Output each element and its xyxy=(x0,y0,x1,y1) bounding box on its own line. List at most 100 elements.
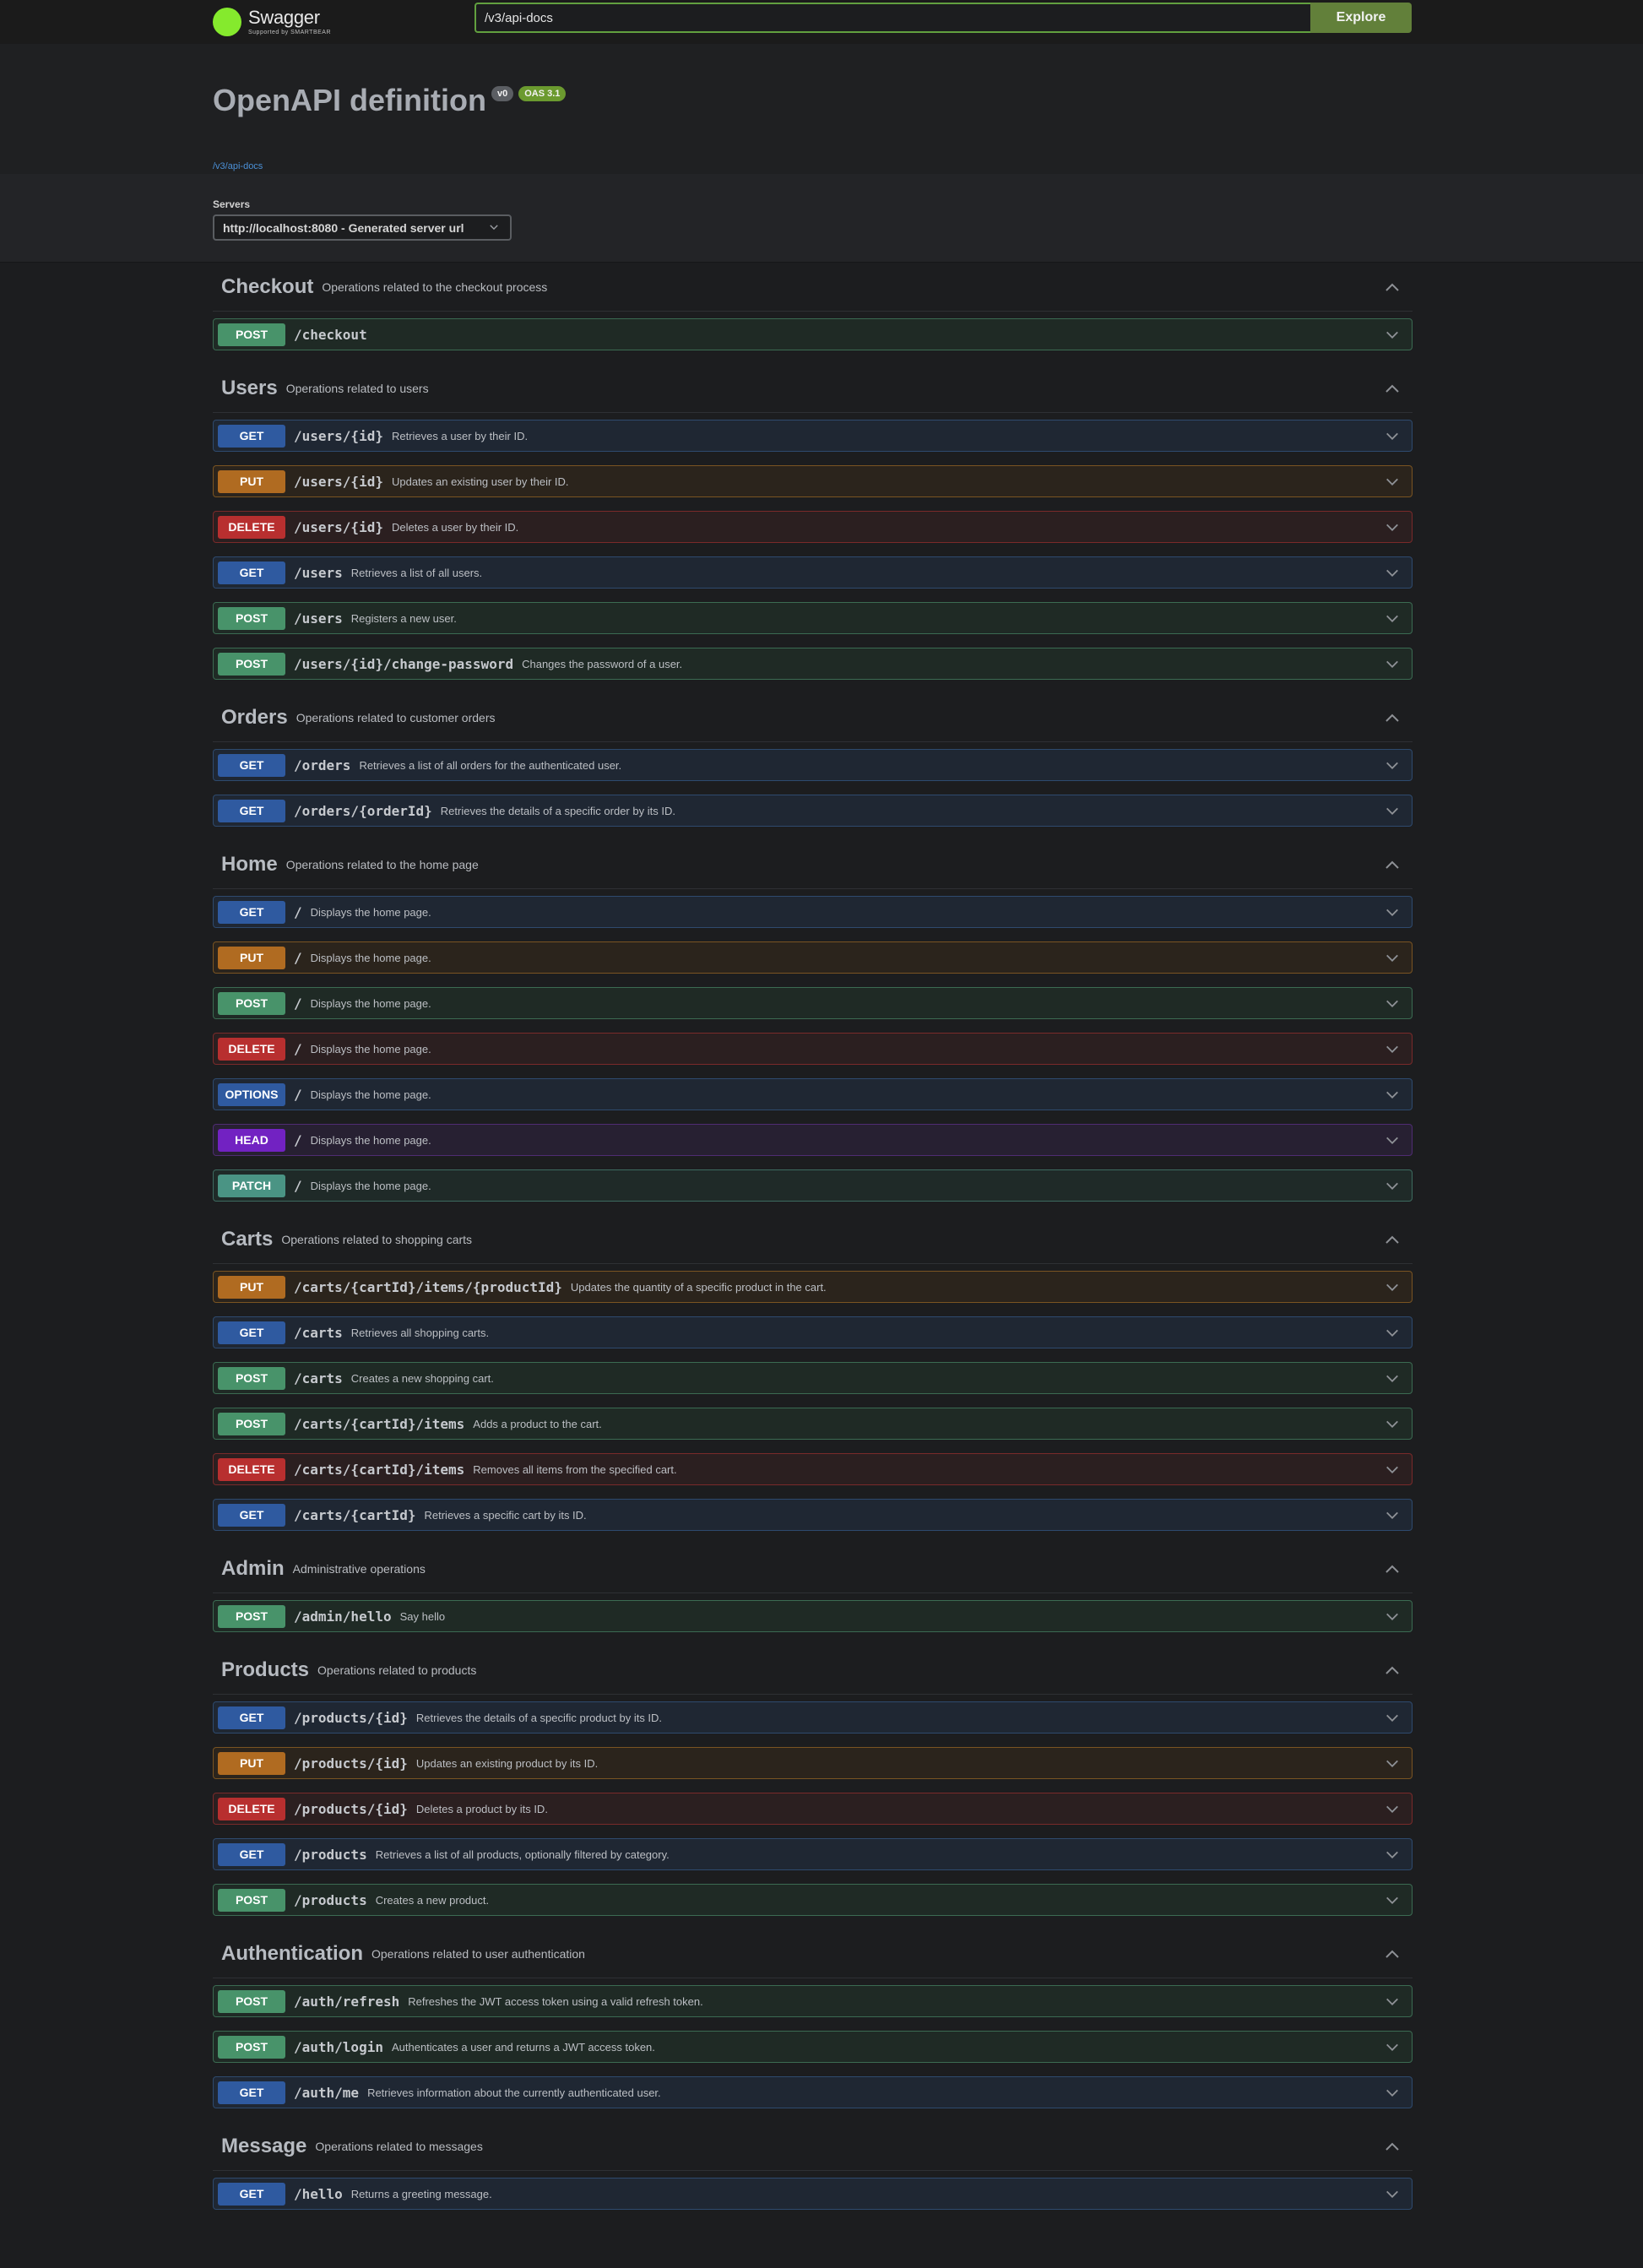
chevron-up-icon[interactable] xyxy=(1384,281,1401,293)
chevron-down-icon[interactable] xyxy=(1385,659,1400,670)
operation-put-root[interactable]: PUT / Displays the home page. xyxy=(213,941,1413,974)
operation-summary: Displays the home page. xyxy=(310,905,431,919)
chevron-down-icon[interactable] xyxy=(1385,522,1400,534)
chevron-down-icon[interactable] xyxy=(1385,2189,1400,2200)
chevron-down-icon[interactable] xyxy=(1385,567,1400,579)
operation-get-orders-orderid[interactable]: GET/orders/{orderId} Retrieves the detail… xyxy=(213,795,1413,827)
operation-get-root[interactable]: GET / Displays the home page. xyxy=(213,896,1413,928)
chevron-down-icon[interactable] xyxy=(1385,1373,1400,1385)
version-badge: v0 xyxy=(491,86,514,101)
operation-post-checkout[interactable]: POST/checkout xyxy=(213,318,1413,350)
operation-summary: Creates a new shopping cart. xyxy=(350,1371,494,1385)
operation-put-users-id[interactable]: PUT/users/{id} Updates an existing user b… xyxy=(213,465,1413,497)
chevron-down-icon[interactable] xyxy=(1385,1758,1400,1770)
chevron-down-icon[interactable] xyxy=(1385,1804,1400,1815)
method-badge: GET xyxy=(218,799,285,822)
operation-summary: Updates an existing user by their ID. xyxy=(391,475,569,488)
operation-put-products-id[interactable]: PUT/products/{id} Updates an existing pro… xyxy=(213,1747,1413,1779)
chevron-down-icon[interactable] xyxy=(1385,613,1400,625)
chevron-down-icon[interactable] xyxy=(1385,1419,1400,1430)
chevron-up-icon[interactable] xyxy=(1384,1234,1401,1245)
operation-get-carts-cartid[interactable]: GET/carts/{cartId} Retrieves a specific c… xyxy=(213,1499,1413,1531)
chevron-down-icon[interactable] xyxy=(1385,952,1400,964)
chevron-down-icon[interactable] xyxy=(1385,1510,1400,1522)
tag-header-home[interactable]: Home Operations related to the home page xyxy=(213,840,1413,889)
tag-header-users[interactable]: Users Operations related to users xyxy=(213,364,1413,413)
operation-get-users-id[interactable]: GET/users/{id} Retrieves a user by their … xyxy=(213,420,1413,452)
chevron-down-icon[interactable] xyxy=(1385,760,1400,772)
operation-path: /auth/me xyxy=(294,2084,360,2101)
chevron-up-icon[interactable] xyxy=(1384,1664,1401,1676)
swagger-logo[interactable]: Swagger Supported by SMARTBEAR xyxy=(213,0,331,44)
operation-summary: Changes the password of a user. xyxy=(522,657,683,670)
operation-summary: Displays the home page. xyxy=(310,951,431,964)
operation-options-root[interactable]: OPTIONS / Displays the home page. xyxy=(213,1078,1413,1110)
chevron-down-icon[interactable] xyxy=(1385,998,1400,1010)
operation-delete-root[interactable]: DELETE / Displays the home page. xyxy=(213,1033,1413,1065)
operation-get-orders[interactable]: GET/orders Retrieves a list of all orders… xyxy=(213,749,1413,781)
chevron-down-icon[interactable] xyxy=(1385,1849,1400,1861)
operation-post-admin-hello[interactable]: POST/admin/hello Say hello xyxy=(213,1600,1413,1632)
operation-get-carts[interactable]: GET/carts Retrieves all shopping carts. xyxy=(213,1316,1413,1348)
operation-post-auth-refresh[interactable]: POST/auth/refresh Refreshes the JWT acces… xyxy=(213,1985,1413,2017)
chevron-down-icon[interactable] xyxy=(1385,1464,1400,1476)
chevron-down-icon[interactable] xyxy=(1385,1712,1400,1724)
tag-header-products[interactable]: Products Operations related to products xyxy=(213,1646,1413,1695)
chevron-down-icon[interactable] xyxy=(1385,1895,1400,1907)
chevron-down-icon[interactable] xyxy=(1385,476,1400,488)
method-badge: POST xyxy=(218,323,285,346)
method-badge: POST xyxy=(218,1366,285,1390)
chevron-down-icon[interactable] xyxy=(1385,1089,1400,1101)
operation-patch-root[interactable]: PATCH / Displays the home page. xyxy=(213,1169,1413,1202)
operation-put-carts-cartid-items-productid[interactable]: PUT/carts/{cartId}/items/{productId} Upda… xyxy=(213,1271,1413,1303)
explore-button[interactable]: Explore xyxy=(1310,3,1412,33)
operation-summary: Refreshes the JWT access token using a v… xyxy=(408,1994,703,2008)
chevron-down-icon[interactable] xyxy=(1385,1180,1400,1192)
chevron-up-icon[interactable] xyxy=(1384,1563,1401,1575)
chevron-down-icon[interactable] xyxy=(1385,431,1400,442)
chevron-up-icon[interactable] xyxy=(1384,712,1401,724)
tag-header-orders[interactable]: Orders Operations related to customer ord… xyxy=(213,693,1413,742)
operation-post-products[interactable]: POST/products Creates a new product. xyxy=(213,1884,1413,1916)
chevron-up-icon[interactable] xyxy=(1384,383,1401,394)
chevron-down-icon[interactable] xyxy=(1385,1996,1400,2008)
operation-post-auth-login[interactable]: POST/auth/login Authenticates a user and … xyxy=(213,2031,1413,2063)
tag-header-message[interactable]: Message Operations related to messages xyxy=(213,2122,1413,2171)
operation-summary: Retrieves information about the currentl… xyxy=(367,2086,661,2099)
servers-select[interactable]: http://localhost:8080 - Generated server… xyxy=(213,214,512,241)
operation-post-users[interactable]: POST/users Registers a new user. xyxy=(213,602,1413,634)
operation-get-hello[interactable]: GET/hello Returns a greeting message. xyxy=(213,2178,1413,2210)
chevron-down-icon[interactable] xyxy=(1385,329,1400,341)
operation-path: /products xyxy=(294,1846,367,1863)
tag-header-checkout[interactable]: Checkout Operations related to the checko… xyxy=(213,263,1413,312)
operation-get-auth-me[interactable]: GET/auth/me Retrieves information about t… xyxy=(213,2076,1413,2108)
operation-post-carts-cartid-items[interactable]: POST/carts/{cartId}/items Adds a product … xyxy=(213,1408,1413,1440)
tag-header-carts[interactable]: Carts Operations related to shopping cart… xyxy=(213,1215,1413,1264)
operation-get-users[interactable]: GET/users Retrieves a list of all users. xyxy=(213,556,1413,589)
operation-post-carts[interactable]: POST/carts Creates a new shopping cart. xyxy=(213,1362,1413,1394)
operation-post-root[interactable]: POST / Displays the home page. xyxy=(213,987,1413,1019)
chevron-down-icon[interactable] xyxy=(1385,907,1400,919)
chevron-down-icon[interactable] xyxy=(1385,2087,1400,2099)
chevron-up-icon[interactable] xyxy=(1384,2140,1401,2152)
chevron-down-icon[interactable] xyxy=(1385,806,1400,817)
chevron-up-icon[interactable] xyxy=(1384,1948,1401,1960)
operation-post-users-id-change-password[interactable]: POST/users/{id}/change-password Changes t… xyxy=(213,648,1413,680)
operation-delete-products-id[interactable]: DELETE/products/{id} Deletes a product by… xyxy=(213,1793,1413,1825)
chevron-down-icon[interactable] xyxy=(1385,1044,1400,1055)
operation-get-products-id[interactable]: GET/products/{id} Retrieves the details o… xyxy=(213,1701,1413,1734)
spec-link[interactable]: /v3/api-docs xyxy=(213,161,263,171)
tag-header-admin[interactable]: Admin Administrative operations xyxy=(213,1544,1413,1593)
chevron-down-icon[interactable] xyxy=(1385,1327,1400,1339)
operation-delete-users-id[interactable]: DELETE/users/{id} Deletes a user by their… xyxy=(213,511,1413,543)
chevron-down-icon[interactable] xyxy=(1385,1282,1400,1294)
spec-url-input[interactable] xyxy=(474,3,1310,33)
operation-delete-carts-cartid-items[interactable]: DELETE/carts/{cartId}/items Removes all i… xyxy=(213,1453,1413,1485)
tag-header-authentication[interactable]: Authentication Operations related to user… xyxy=(213,1929,1413,1978)
operation-head-root[interactable]: HEAD / Displays the home page. xyxy=(213,1124,1413,1156)
chevron-up-icon[interactable] xyxy=(1384,859,1401,871)
chevron-down-icon[interactable] xyxy=(1385,1611,1400,1623)
chevron-down-icon[interactable] xyxy=(1385,2042,1400,2054)
chevron-down-icon[interactable] xyxy=(1385,1135,1400,1147)
operation-get-products[interactable]: GET/products Retrieves a list of all prod… xyxy=(213,1838,1413,1870)
